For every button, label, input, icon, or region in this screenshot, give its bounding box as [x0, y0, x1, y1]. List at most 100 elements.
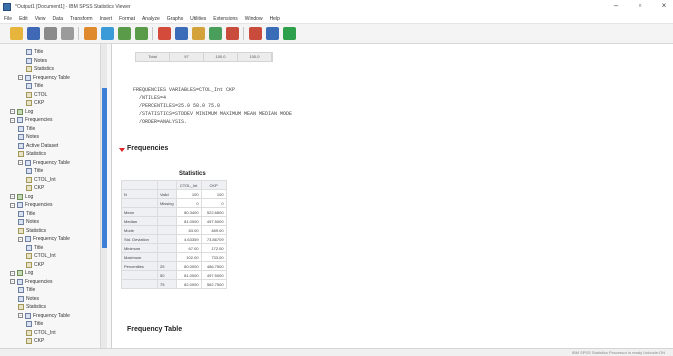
menu-insert[interactable]: Insert — [100, 16, 113, 22]
table-icon — [26, 176, 32, 183]
outline-node-frequency-table[interactable]: − Frequency Table — [18, 74, 70, 82]
toolbar — [0, 24, 673, 44]
goto-data-button[interactable] — [158, 27, 171, 40]
table-icon — [26, 91, 32, 98]
menu-file[interactable]: File — [4, 16, 12, 22]
outline-node-title[interactable]: Title — [18, 125, 35, 133]
menu-format[interactable]: Format — [119, 16, 135, 22]
outline-node-frequencies[interactable]: − Frequencies — [10, 278, 53, 286]
collapse-toggle-icon[interactable]: − — [10, 279, 15, 284]
outline-node-title[interactable]: Title — [26, 167, 43, 175]
item-icon — [26, 321, 32, 327]
frequency-table-heading[interactable]: Frequency Table — [127, 326, 182, 333]
variables-button[interactable] — [192, 27, 205, 40]
menu-graphs[interactable]: Graphs — [167, 16, 183, 22]
outline-node-title[interactable]: Title — [26, 244, 43, 252]
recall-dialog-button[interactable] — [101, 27, 114, 40]
outline-node-statistics[interactable]: Statistics — [18, 303, 46, 311]
outline-node-ckp[interactable]: CKP — [26, 337, 44, 345]
outline-node-notes[interactable]: Notes — [18, 218, 39, 226]
outline-node-label: Title — [34, 83, 44, 89]
outline-node-title[interactable]: Title — [26, 48, 43, 56]
menu-data[interactable]: Data — [52, 16, 63, 22]
outline-node-statistics[interactable]: Statistics — [18, 150, 46, 158]
outline-node-frequencies[interactable]: − Frequencies — [10, 116, 53, 124]
menu-analyze[interactable]: Analyze — [142, 16, 160, 22]
outline-node-statistics[interactable]: Statistics — [26, 65, 54, 73]
table-icon — [18, 151, 24, 157]
menu-window[interactable]: Window — [245, 16, 263, 22]
print-preview-button[interactable] — [61, 27, 74, 40]
chart-button[interactable] — [209, 27, 222, 40]
table-cell: 67.00 — [175, 243, 202, 253]
save-button[interactable] — [27, 27, 40, 40]
minimize-button[interactable]: – — [611, 1, 621, 10]
collapse-toggle-icon[interactable]: − — [10, 270, 15, 276]
outline-node-ckp[interactable]: CKP — [26, 261, 44, 269]
outline-node-log[interactable]: − Log — [10, 269, 33, 277]
redo-button[interactable] — [135, 27, 148, 40]
row-label — [157, 216, 177, 226]
menu-utilities[interactable]: Utilities — [190, 16, 206, 22]
statistics-pivot-table[interactable]: CTOL_Int CKP N Valid 100 100 Missing 0 0 Mean 80.3… — [121, 180, 227, 289]
collapse-toggle-icon[interactable]: − — [10, 117, 15, 123]
item-icon — [18, 219, 24, 225]
table-cell: 497.5000 — [200, 216, 227, 226]
maximize-button[interactable]: ▫ — [635, 1, 645, 10]
export-button[interactable] — [84, 27, 97, 40]
outline-node-ctol-int[interactable]: CTOL_Int — [26, 252, 56, 260]
outline-node-label: Notes — [26, 295, 40, 302]
outline-node-frequency-table[interactable]: − Frequency Table — [18, 312, 70, 320]
table-cell: 100 — [175, 189, 202, 199]
table-cell: 82.0000 — [175, 279, 202, 289]
designate-window-button[interactable] — [226, 27, 239, 40]
close-button[interactable]: × — [659, 1, 669, 10]
outline-node-title[interactable]: Title — [26, 320, 43, 328]
print-button[interactable] — [44, 27, 57, 40]
collapse-toggle-icon[interactable]: − — [18, 160, 23, 165]
column-header — [157, 180, 177, 190]
outline-node-statistics[interactable]: Statistics — [18, 227, 46, 235]
outline-node-log[interactable]: − Log — [10, 108, 33, 116]
collapse-toggle-icon[interactable]: − — [10, 202, 15, 208]
outline-node-label: Frequencies — [25, 202, 53, 208]
collapse-toggle-icon[interactable]: − — [10, 194, 15, 199]
insert-heading-button[interactable] — [249, 27, 262, 40]
menu-transform[interactable]: Transform — [70, 16, 93, 22]
outline-node-title[interactable]: Title — [18, 286, 35, 294]
outline-node-title[interactable]: Title — [18, 210, 35, 218]
outline-node-ctol-int[interactable]: CTOL_Int — [26, 176, 56, 184]
open-file-button[interactable] — [10, 27, 23, 40]
outline-node-notes[interactable]: Notes — [18, 295, 39, 303]
menu-edit[interactable]: Edit — [19, 16, 28, 22]
outline-node-ckp[interactable]: CKP — [26, 184, 44, 192]
log-icon — [17, 193, 23, 200]
outline-node-log[interactable]: − Log — [10, 193, 33, 201]
outline-node-ckp[interactable]: CKP — [26, 99, 44, 107]
outline-node-ctol-int[interactable]: CTOL_Int — [26, 329, 56, 337]
outline-scrollbar[interactable] — [100, 44, 107, 348]
outline-node-ctol[interactable]: CTOL — [26, 91, 47, 99]
outline-node-notes[interactable]: Notes — [26, 57, 47, 65]
outline-scrollbar-thumb[interactable] — [102, 88, 107, 248]
frequencies-heading[interactable]: Frequencies — [127, 145, 168, 152]
outline-node-frequency-table[interactable]: − Frequency Table — [18, 159, 70, 167]
goto-case-button[interactable] — [175, 27, 188, 40]
outline-node-notes[interactable]: Notes — [18, 133, 39, 141]
undo-button[interactable] — [118, 27, 131, 40]
collapse-toggle-icon[interactable]: − — [10, 109, 15, 114]
outline-node-active-dataset[interactable]: Active Dataset — [18, 142, 58, 150]
row-label: N — [121, 189, 158, 199]
collapse-toggle-icon[interactable]: − — [18, 236, 23, 242]
outline-node-frequencies[interactable]: − Frequencies — [10, 201, 53, 209]
menu-view[interactable]: View — [35, 16, 46, 22]
collapse-toggle-icon[interactable]: − — [18, 75, 23, 80]
menu-help[interactable]: Help — [270, 16, 280, 22]
insert-title-button[interactable] — [266, 27, 279, 40]
outline-node-frequency-table[interactable]: − Frequency Table — [18, 235, 70, 243]
outline-node-title[interactable]: Title — [26, 82, 43, 90]
collapse-toggle-icon[interactable]: − — [18, 313, 23, 318]
insert-text-button[interactable] — [283, 27, 296, 40]
menu-extensions[interactable]: Extensions — [213, 16, 237, 22]
outline-node-label: CTOL_Int — [34, 253, 56, 259]
